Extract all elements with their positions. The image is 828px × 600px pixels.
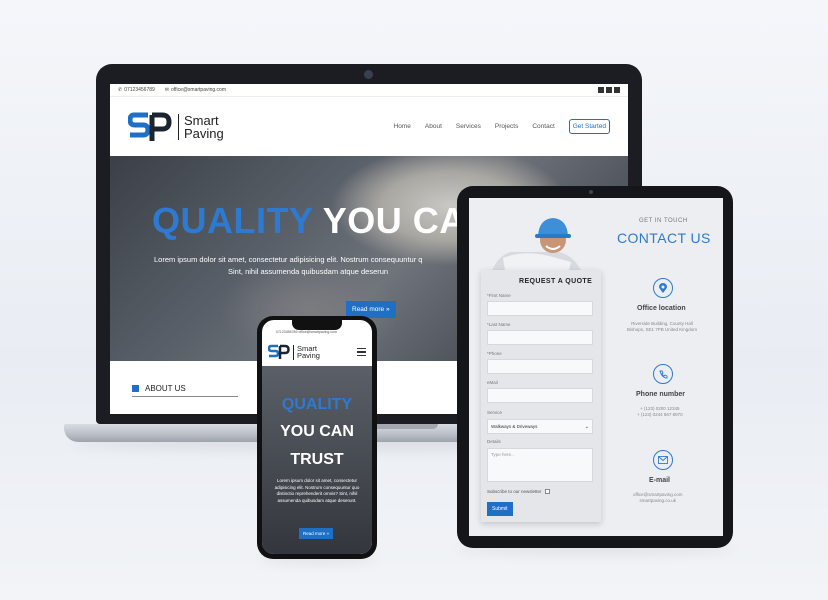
phone-icon: ✆ <box>118 87 123 93</box>
phone-number-heading: Phone number <box>636 391 686 398</box>
details-label: Details <box>487 439 501 444</box>
office-address: Riverside Building, County Hall Bishops,… <box>627 321 697 333</box>
last-name-label: *Last Name <box>487 322 511 327</box>
logo-text: Smart Paving <box>178 112 224 141</box>
nav-projects[interactable]: Projects <box>495 123 518 130</box>
phone-hero-line1: QUALITY <box>281 396 353 413</box>
phone-navbar: Smart Paving <box>262 338 372 366</box>
chevron-down-icon: ⌄ <box>584 424 589 430</box>
about-label: ABOUT US <box>145 384 186 393</box>
last-name-input[interactable] <box>487 330 593 345</box>
envelope-icon <box>653 450 673 470</box>
logo-mark-icon <box>127 109 172 145</box>
quote-form-title: REQUEST A QUOTE <box>519 278 593 285</box>
office-location-heading: Office location <box>637 305 686 312</box>
topbar-email[interactable]: office@smartpaving.com <box>171 87 226 93</box>
service-value: Walkways & Driveways <box>491 424 538 429</box>
navbar: Smart Paving Home About Services Project… <box>110 96 628 156</box>
facebook-icon[interactable] <box>598 87 604 93</box>
phone-label: *Phone <box>487 351 502 356</box>
nav-contact[interactable]: Contact <box>532 123 554 130</box>
email-addresses: office@smartpaving.com smartpaving.co.uk <box>633 492 683 504</box>
about-square-icon <box>132 385 139 392</box>
about-divider <box>132 396 238 397</box>
details-textarea[interactable]: Type here... <box>487 448 593 482</box>
phone-logo-mark-icon[interactable] <box>267 343 290 361</box>
contact-title: CONTACT US <box>617 230 711 246</box>
social-links <box>598 87 620 93</box>
tablet-camera <box>589 190 593 194</box>
topbar: ✆ 07123456789 ✉ office@smartpaving.com <box>110 84 628 96</box>
first-name-input[interactable] <box>487 301 593 316</box>
nav-services[interactable]: Services <box>456 123 481 130</box>
logo-line1: Smart <box>184 112 219 128</box>
logo-line2: Paving <box>184 125 224 141</box>
get-started-button[interactable]: Get Started <box>568 119 610 134</box>
office-address-line2: Bishops, SE1 7PB United Kingdom <box>627 327 698 332</box>
logo[interactable]: Smart Paving <box>127 109 224 145</box>
phone-hero-line2: YOU CAN <box>280 423 354 440</box>
newsletter-row: Subscribe to our newsletter <box>487 489 550 494</box>
submit-button[interactable]: Submit <box>487 502 513 516</box>
phone-input[interactable] <box>487 359 593 374</box>
phone-notch <box>292 320 342 330</box>
email-heading: E-mail <box>649 477 671 484</box>
hero-title: QUALITY YOU CAN <box>152 200 492 242</box>
map-pin-icon <box>653 278 673 298</box>
phone-numbers: + (123) 0200 12345 + (123) 0244 567 8970 <box>637 406 683 418</box>
get-in-touch-label: GET IN TOUCH <box>639 218 688 224</box>
nav-home[interactable]: Home <box>394 123 411 130</box>
nav-about[interactable]: About <box>425 123 442 130</box>
phone-hero: QUALITY YOU CAN TRUST Lorem ipsum dolor … <box>262 366 372 554</box>
hamburger-menu-icon[interactable] <box>357 348 366 356</box>
about-heading: ABOUT US <box>132 384 186 393</box>
phone-hero-text: Lorem ipsum dolor sit amet, consectetur … <box>274 478 360 503</box>
hero-text-line2: Sint, nihil assumenda quibusdam atque de… <box>228 267 389 276</box>
email-label: eMail <box>487 380 498 385</box>
phone-topbar: 07123456789 office@smartpaving.com <box>276 330 337 334</box>
hero-text: Lorem ipsum dolor sit amet, consectetur … <box>154 254 422 278</box>
hero-text-line1: Lorem ipsum dolor sit amet, consectetur … <box>154 255 423 264</box>
service-label: Service <box>487 410 503 415</box>
phone-logo-line2: Paving <box>297 351 320 360</box>
laptop-camera <box>364 70 373 79</box>
twitter-icon[interactable] <box>606 87 612 93</box>
phone-number-2[interactable]: + (123) 0244 567 8970 <box>637 412 683 418</box>
phone-hero-line3: TRUST <box>290 451 344 468</box>
tablet-screen: REQUEST A QUOTE *First Name *Last Name *… <box>469 198 723 536</box>
topbar-phone[interactable]: 07123456789 <box>124 87 155 93</box>
email-address-2[interactable]: smartpaving.co.uk <box>633 498 683 504</box>
service-select[interactable]: Walkways & Driveways ⌄ <box>487 419 593 434</box>
phone-screen: 07123456789 office@smartpaving.com Smart… <box>262 320 372 554</box>
linkedin-icon[interactable] <box>614 87 620 93</box>
phone-icon <box>653 364 673 384</box>
main-nav: Home About Services Projects Contact Get… <box>394 119 610 134</box>
phone-read-more-button[interactable]: Read more » <box>299 528 334 539</box>
phone-logo-text: Smart Paving <box>293 344 320 360</box>
mail-icon: ✉ <box>164 87 169 93</box>
email-input[interactable] <box>487 388 593 403</box>
hero-title-blue: QUALITY <box>152 200 313 241</box>
newsletter-label: Subscribe to our newsletter <box>487 489 542 494</box>
first-name-label: *First Name <box>487 293 511 298</box>
newsletter-checkbox[interactable] <box>544 489 550 494</box>
